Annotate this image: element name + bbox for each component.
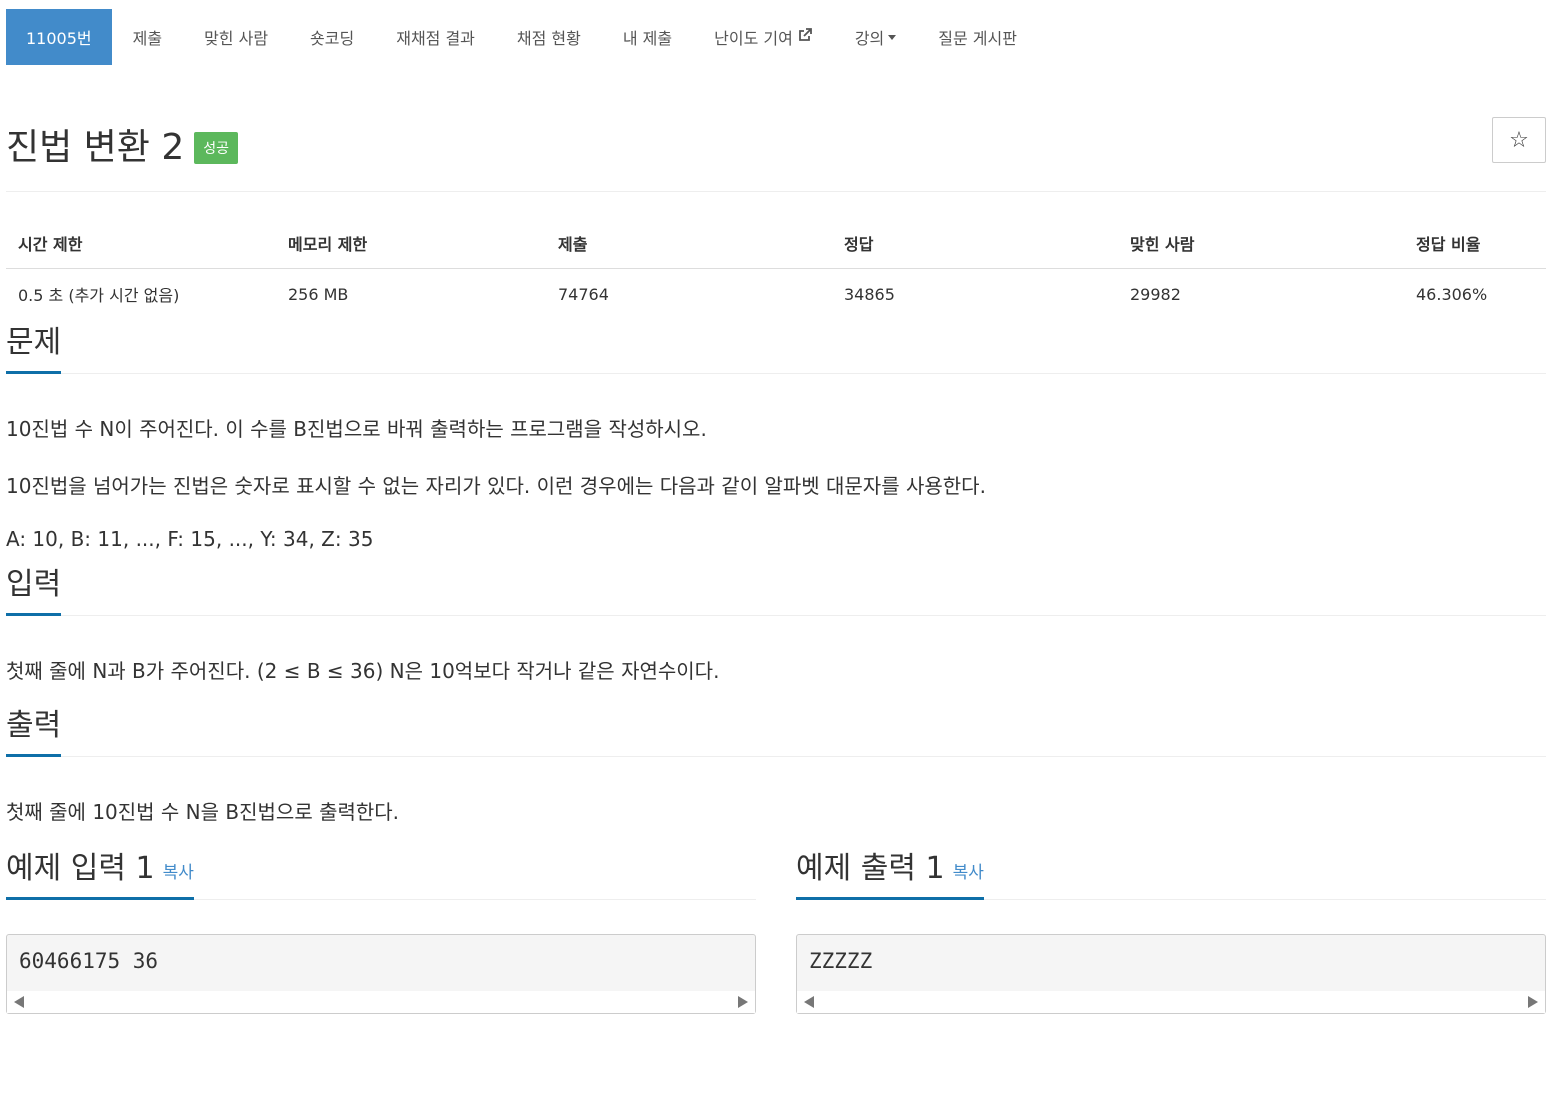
tab-label: 채점 현황 [516,29,581,48]
tab-label: 재채점 결과 [396,29,475,48]
problem-heading: 문제 [6,317,62,374]
sample-output-heading: 예제 출력 1 복사 [796,843,984,900]
tab-problem-number[interactable]: 11005번 [6,9,112,65]
tab-label: 맞힌 사람 [204,29,269,48]
problem-paragraph: 10진법 수 N이 주어진다. 이 수를 B진법으로 바꿔 출력하는 프로그램을… [6,417,707,441]
table-header-row: 시간 제한 메모리 제한 제출 정답 맞힌 사람 정답 비율 [6,218,1546,269]
scroll-right-icon[interactable] [1528,996,1538,1008]
tab-rejudge-results[interactable]: 재채점 결과 [375,9,496,65]
external-link-icon [797,27,813,47]
header-memory-limit: 메모리 제한 [276,218,546,269]
sample-input-code: 60466175 36 [19,949,159,973]
tab-lectures-dropdown[interactable]: 강의 [834,9,917,65]
tab-label: 질문 게시판 [938,29,1017,48]
favorite-star-button[interactable]: ☆ [1492,117,1546,163]
problem-title: 진법 변환 2 [6,127,185,168]
output-section: 출력 첫째 줄에 10진법 수 N을 B진법으로 출력한다. [6,680,1546,825]
sample-output: 예제 출력 1 복사 ZZZZZ [796,823,1546,1014]
sample-output-code-box[interactable]: ZZZZZ [796,934,1546,1014]
status-badge: 성공 [194,132,239,164]
tab-question-board[interactable]: 질문 게시판 [917,9,1038,65]
copy-button[interactable]: 복사 [953,863,984,883]
horizontal-scrollbar[interactable] [797,991,1545,1013]
problem-title-wrap: 진법 변환 2 성공 [6,118,239,170]
tab-label: 11005번 [26,29,92,48]
tab-label: 강의 [854,29,885,48]
tab-label: 숏코딩 [310,29,355,48]
tab-submit[interactable]: 제출 [112,9,183,65]
tab-label: 내 제출 [622,29,673,48]
header-submissions: 제출 [546,218,832,269]
sample-input-code-box[interactable]: 60466175 36 [6,934,756,1014]
section-header: 예제 입력 1 복사 [6,823,756,900]
scroll-left-icon[interactable] [804,996,814,1008]
title-row: 진법 변환 2 성공 ☆ [6,65,1546,192]
problem-paragraph: 10진법을 넘어가는 진법은 숫자로 표시할 수 없는 자리가 있다. 이런 경… [6,474,986,498]
tab-difficulty-contribution[interactable]: 난이도 기여 [693,9,834,65]
problem-section: 문제 10진법 수 N이 주어진다. 이 수를 B진법으로 바꿔 출력하는 프로… [6,297,1546,551]
header-accept-ratio: 정답 비율 [1404,218,1546,269]
output-heading: 출력 [6,700,62,757]
header-solved-users: 맞힌 사람 [1118,218,1404,269]
input-heading: 입력 [6,559,62,616]
scroll-left-icon[interactable] [14,996,24,1008]
sample-input-heading: 예제 입력 1 복사 [6,843,194,900]
section-header: 문제 [6,297,1546,374]
header-accepted: 정답 [832,218,1118,269]
copy-button[interactable]: 복사 [163,863,194,883]
tab-solved-users[interactable]: 맞힌 사람 [183,9,289,65]
section-header: 예제 출력 1 복사 [796,823,1546,900]
samples-row: 예제 입력 1 복사 60466175 36 예제 출력 1 복사 ZZZZZ [6,823,1546,1014]
star-icon: ☆ [1509,127,1529,153]
problem-tabs: 11005번 제출 맞힌 사람 숏코딩 재채점 결과 채점 현황 내 제출 난이… [6,9,1546,65]
tab-short-coding[interactable]: 숏코딩 [289,9,375,65]
tab-label: 제출 [132,29,163,48]
section-header: 입력 [6,539,1546,616]
input-section: 입력 첫째 줄에 N과 B가 주어진다. (2 ≤ B ≤ 36) N은 10억… [6,539,1546,684]
sample-output-title: 예제 출력 1 [796,851,945,886]
sample-input-title: 예제 입력 1 [6,851,155,886]
tab-my-submissions[interactable]: 내 제출 [602,9,693,65]
sample-output-code: ZZZZZ [809,949,873,973]
problem-page: 11005번 제출 맞힌 사람 숏코딩 재채점 결과 채점 현황 내 제출 난이… [6,9,1546,1014]
output-description: 첫째 줄에 10진법 수 N을 B진법으로 출력한다. [6,800,400,824]
horizontal-scrollbar[interactable] [7,991,755,1013]
sample-input: 예제 입력 1 복사 60466175 36 [6,823,756,1014]
scroll-right-icon[interactable] [738,996,748,1008]
header-time-limit: 시간 제한 [6,218,276,269]
tab-judge-status[interactable]: 채점 현황 [496,9,602,65]
section-header: 출력 [6,680,1546,757]
tab-label: 난이도 기여 [714,29,793,48]
caret-down-icon [888,34,897,40]
